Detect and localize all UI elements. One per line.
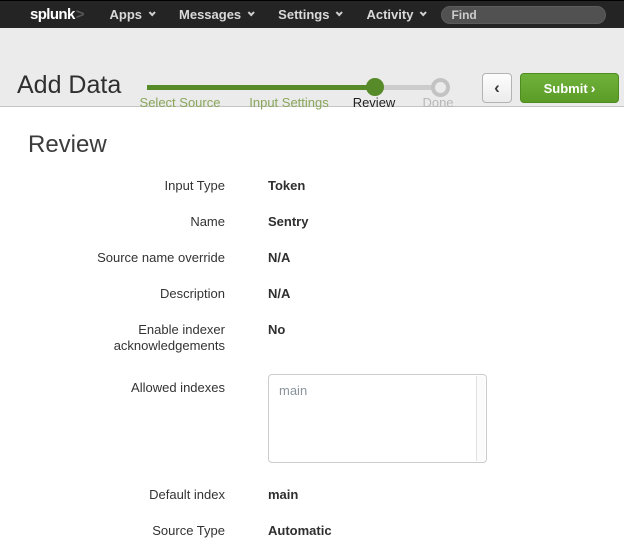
allowed-indexes-listbox[interactable]: main (268, 374, 487, 463)
field-label: Name (28, 214, 225, 230)
menu-apps[interactable]: Apps (110, 7, 155, 22)
step-select-source[interactable]: Select Source (140, 95, 221, 110)
chevron-down-icon (336, 9, 343, 16)
field-value: main (268, 487, 298, 503)
field-value: N/A (268, 286, 290, 302)
field-label: Enable indexer acknowledgements (28, 322, 225, 354)
menu-apps-label: Apps (110, 7, 143, 22)
menu-settings[interactable]: Settings (278, 7, 341, 22)
field-label: Default index (28, 487, 225, 503)
field-value: No (268, 322, 285, 338)
field-label: Source name override (28, 250, 225, 266)
menu-messages[interactable]: Messages (179, 7, 253, 22)
splunk-logo-chevron-icon: > (76, 6, 85, 23)
field-row-input-type: Input Type Token (28, 178, 624, 194)
top-nav-bar: splunk > Apps Messages Settings Activity (0, 0, 624, 28)
field-value: Automatic (268, 523, 332, 539)
field-row-allowed-indexes: Allowed indexes main (28, 374, 624, 463)
menu-messages-label: Messages (179, 7, 241, 22)
chevron-down-icon (248, 9, 255, 16)
chevron-left-icon: ‹ (494, 78, 500, 97)
menu-settings-label: Settings (278, 7, 329, 22)
field-label: Description (28, 286, 225, 302)
field-label: Source Type (28, 523, 225, 539)
step-done: Done (422, 95, 453, 110)
field-value: Sentry (268, 214, 308, 230)
splunk-logo-text: splunk (30, 6, 75, 23)
field-label: Allowed indexes (28, 374, 225, 396)
chevron-down-icon (149, 9, 156, 16)
field-row-source-name-override: Source name override N/A (28, 250, 624, 266)
step-dot-review (366, 78, 384, 96)
chevron-down-icon (420, 9, 427, 16)
progress-bar-complete (147, 85, 375, 90)
section-heading: Review (28, 131, 624, 159)
field-value: Token (268, 178, 305, 194)
field-row-source-type: Source Type Automatic (28, 523, 624, 539)
review-panel: Review Input Type Token Name Sentry Sour… (0, 131, 624, 539)
menu-activity[interactable]: Activity (366, 7, 425, 22)
list-item[interactable]: main (269, 375, 486, 406)
page-title: Add Data (17, 70, 121, 100)
field-value: N/A (268, 250, 290, 266)
field-row-indexer-ack: Enable indexer acknowledgements No (28, 322, 624, 354)
field-row-name: Name Sentry (28, 214, 624, 230)
back-button[interactable]: ‹ (482, 73, 512, 103)
submit-button[interactable]: Submit› (520, 73, 619, 103)
submit-button-label: Submit (544, 81, 588, 96)
field-label: Input Type (28, 178, 225, 194)
field-list: Input Type Token Name Sentry Source name… (28, 178, 624, 539)
field-row-description: Description N/A (28, 286, 624, 302)
find-input[interactable] (441, 6, 606, 24)
chevron-right-icon: › (591, 80, 596, 96)
splunk-logo[interactable]: splunk > (30, 6, 85, 23)
step-input-settings[interactable]: Input Settings (249, 95, 329, 110)
step-review: Review (353, 95, 396, 110)
field-row-default-index: Default index main (28, 487, 624, 503)
wizard-header: Add Data Select Source Input Settings Re… (0, 28, 624, 107)
menu-activity-label: Activity (366, 7, 413, 22)
scrollbar[interactable] (476, 376, 485, 461)
